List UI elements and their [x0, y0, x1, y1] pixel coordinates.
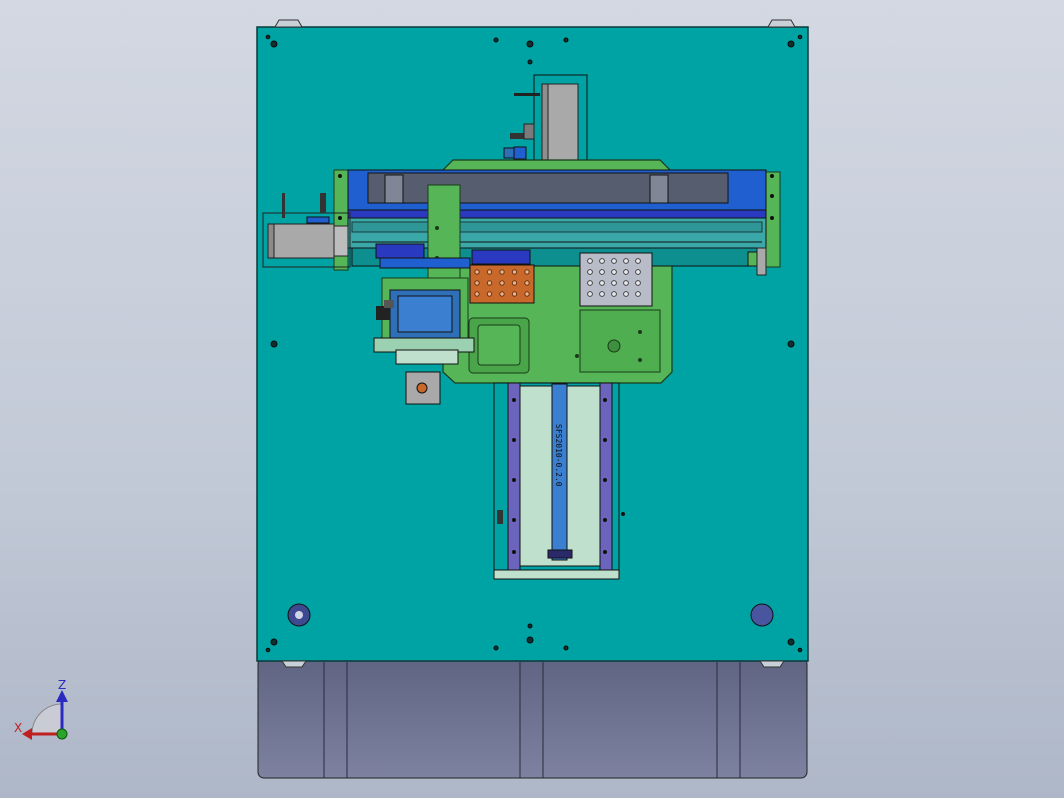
- tray-hole: [474, 291, 480, 297]
- y-axis-module: SFS2010-0.2.0: [493, 382, 625, 580]
- assembly-view[interactable]: SFS2010-0.2.0: [0, 0, 1064, 798]
- tray-hole: [599, 269, 605, 275]
- y-axis-dot: [56, 728, 68, 740]
- tray-hole: [511, 269, 518, 275]
- tray-hole: [611, 269, 617, 275]
- tray-hole: [635, 258, 641, 264]
- tray-hole: [524, 291, 530, 297]
- ball-screw-label: SFS2010-0.2.0: [554, 424, 563, 487]
- tray-hole: [623, 269, 629, 275]
- tray-hole: [587, 258, 593, 264]
- tray-hole: [524, 280, 530, 286]
- x-axis-label: X: [14, 721, 23, 735]
- tray-hole: [623, 258, 629, 264]
- tray-hole: [474, 280, 480, 286]
- tray-hole: [486, 269, 493, 275]
- tray-hole: [611, 280, 617, 286]
- tray-hole: [524, 269, 530, 275]
- cad-graphics-area[interactable]: SFS2010-0.2.0 Z X: [0, 0, 1064, 798]
- tray-hole: [499, 291, 505, 297]
- tray-hole: [486, 291, 493, 297]
- lower-cabinet: [257, 657, 808, 779]
- tray-hole: [635, 269, 641, 275]
- tray-hole: [587, 280, 593, 286]
- tray-hole: [623, 291, 629, 297]
- z-axis-label: Z: [58, 678, 67, 692]
- tray-hole: [635, 280, 641, 286]
- triad-graphic: [22, 690, 68, 740]
- tray-hole: [599, 258, 605, 264]
- tray-hole: [635, 291, 641, 297]
- tray-hole: [599, 291, 605, 297]
- tray-hole: [511, 291, 518, 297]
- tray-hole: [587, 291, 593, 297]
- view-orientation-triad[interactable]: Z X: [12, 676, 82, 746]
- tray-hole: [474, 269, 480, 275]
- tray-hole: [486, 280, 493, 286]
- tray-hole: [499, 269, 505, 275]
- tray-hole: [587, 269, 593, 275]
- tray-hole: [599, 280, 605, 286]
- tray-hole: [611, 291, 617, 297]
- tray-hole: [623, 280, 629, 286]
- tray-hole: [499, 280, 505, 286]
- tray-hole: [611, 258, 617, 264]
- tray-hole: [511, 280, 518, 286]
